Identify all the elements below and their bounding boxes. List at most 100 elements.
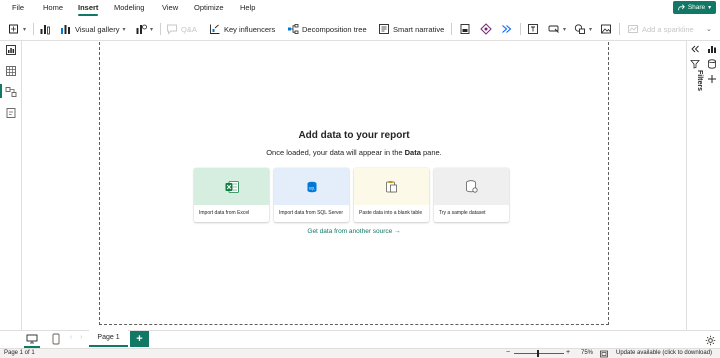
update-available-link[interactable]: Update available (click to download): [616, 350, 712, 356]
expand-pane-icon[interactable]: [690, 44, 700, 54]
zoom-in-button[interactable]: +: [566, 349, 570, 356]
ribbon-toolbar: ▾ Visual gallery ▾ ▾ Q&A Key influencers…: [0, 17, 720, 41]
bar-chart-icon: [40, 25, 50, 35]
add-sparkline-button[interactable]: Add a sparkline: [627, 21, 694, 37]
get-data-another-source-link[interactable]: Get data from another source →: [99, 228, 609, 235]
menu-optimize[interactable]: Optimize: [194, 3, 224, 12]
menu-home[interactable]: Home: [43, 3, 63, 12]
paginated-report-button[interactable]: [459, 21, 471, 37]
collapse-ribbon-button[interactable]: ⌄: [706, 21, 712, 37]
paginated-report-icon: [460, 24, 470, 34]
import-sql-server-card[interactable]: SQL Import data from SQL Server: [274, 168, 349, 222]
add-pane-icon[interactable]: [707, 74, 717, 84]
model-view-icon[interactable]: [5, 86, 17, 98]
smart-narrative-button[interactable]: Smart narrative: [378, 21, 444, 37]
ribbon-divider: [451, 23, 452, 35]
dax-query-view-icon[interactable]: [5, 107, 17, 119]
menu-view[interactable]: View: [162, 3, 178, 12]
chevron-down-icon: ▾: [122, 26, 126, 33]
ribbon-divider: [619, 23, 620, 35]
zoom-out-button[interactable]: −: [506, 349, 510, 356]
buttons-button[interactable]: ▾: [548, 21, 566, 37]
report-view-icon[interactable]: [5, 44, 17, 56]
key-influencers-label: Key influencers: [224, 24, 276, 34]
page-tab-1[interactable]: Page 1: [89, 330, 128, 347]
sample-dataset-card[interactable]: Try a sample dataset: [434, 168, 509, 222]
right-pane-rail: [686, 41, 720, 330]
new-page-button[interactable]: ▾: [8, 21, 26, 37]
decomposition-tree-label: Decomposition tree: [302, 24, 367, 34]
zoom-slider-track[interactable]: [514, 353, 564, 354]
subtitle-text-end: pane.: [420, 148, 442, 157]
power-automate-icon: [502, 25, 512, 33]
scroll-left-icon[interactable]: ‹: [70, 334, 72, 341]
empty-state-title: Add data to your report: [298, 130, 410, 141]
key-influencers-button[interactable]: Key influencers: [209, 21, 275, 37]
settings-gear-icon[interactable]: [705, 335, 716, 346]
excel-icon: [225, 180, 239, 193]
card-illustration: [194, 168, 269, 205]
subtitle-bold-text: Data: [404, 148, 421, 157]
ribbon-divider: [520, 23, 521, 35]
smart-narrative-icon: [379, 24, 389, 34]
smart-narrative-label: Smart narrative: [393, 24, 445, 34]
zoom-level-text: 75%: [581, 350, 594, 356]
qna-label: Q&A: [181, 24, 197, 34]
mobile-layout-icon[interactable]: [52, 333, 60, 345]
active-view-indicator: [0, 84, 2, 98]
card-illustration: [354, 168, 429, 205]
fit-to-page-icon[interactable]: [600, 350, 608, 358]
text-box-button[interactable]: [527, 21, 539, 37]
new-page-icon: [9, 24, 18, 34]
visual-gallery-icon: [61, 25, 70, 34]
zoom-slider-thumb[interactable]: [537, 350, 539, 357]
custom-visual-icon: [136, 24, 147, 34]
key-influencers-icon: [210, 24, 220, 34]
data-pane-icon[interactable]: [707, 59, 717, 69]
menu-bar: File Home Insert Modeling View Optimize …: [0, 0, 720, 16]
menu-modeling[interactable]: Modeling: [114, 3, 144, 12]
decomposition-tree-button[interactable]: Decomposition tree: [287, 21, 367, 37]
chevron-down-icon: ▾: [563, 26, 567, 33]
menu-insert[interactable]: Insert: [78, 3, 98, 12]
chevron-down-icon: ▾: [150, 26, 154, 33]
image-button[interactable]: [600, 21, 612, 37]
desktop-layout-icon[interactable]: [26, 334, 38, 344]
paste-icon: [386, 181, 397, 193]
active-tab-underline: [78, 14, 98, 16]
new-visual-button[interactable]: [39, 21, 51, 37]
card-label: Import data from Excel: [199, 210, 250, 216]
power-apps-icon: [480, 23, 492, 35]
sql-server-icon: SQL: [307, 181, 316, 192]
image-icon: [601, 24, 611, 34]
svg-text:SQL: SQL: [308, 186, 315, 190]
ribbon-divider: [160, 23, 161, 35]
power-automate-button[interactable]: [501, 21, 513, 37]
chevron-down-icon: ⌄: [706, 26, 712, 33]
menu-help[interactable]: Help: [240, 3, 255, 12]
ribbon-divider: [33, 23, 34, 35]
card-label: Paste data into a blank table: [359, 210, 423, 216]
visual-gallery-label: Visual gallery: [75, 24, 120, 34]
share-label: Share: [687, 4, 706, 11]
scroll-right-icon[interactable]: ›: [80, 334, 82, 341]
menu-file[interactable]: File: [12, 3, 24, 12]
more-visuals-button[interactable]: ▾: [135, 21, 153, 37]
qna-button[interactable]: Q&A: [166, 21, 197, 37]
add-page-button[interactable]: +: [130, 331, 149, 347]
empty-state-subtitle: Once loaded, your data will appear in th…: [99, 148, 609, 157]
power-apps-button[interactable]: [480, 21, 492, 37]
table-view-icon[interactable]: [5, 65, 17, 77]
visualizations-pane-icon[interactable]: [707, 44, 717, 54]
shapes-button[interactable]: ▾: [574, 21, 592, 37]
share-button[interactable]: Share ▾: [673, 1, 716, 14]
filter-icon[interactable]: [690, 59, 700, 69]
visual-gallery-button[interactable]: Visual gallery ▾: [60, 21, 126, 37]
import-excel-card[interactable]: Import data from Excel: [194, 168, 269, 222]
card-illustration: [434, 168, 509, 205]
chevron-down-icon: ▾: [708, 5, 712, 11]
paste-data-card[interactable]: Paste data into a blank table: [354, 168, 429, 222]
filters-pane-label[interactable]: Filters: [696, 70, 703, 91]
qna-icon: [167, 24, 177, 35]
page-count-text: Page 1 of 1: [4, 350, 35, 356]
